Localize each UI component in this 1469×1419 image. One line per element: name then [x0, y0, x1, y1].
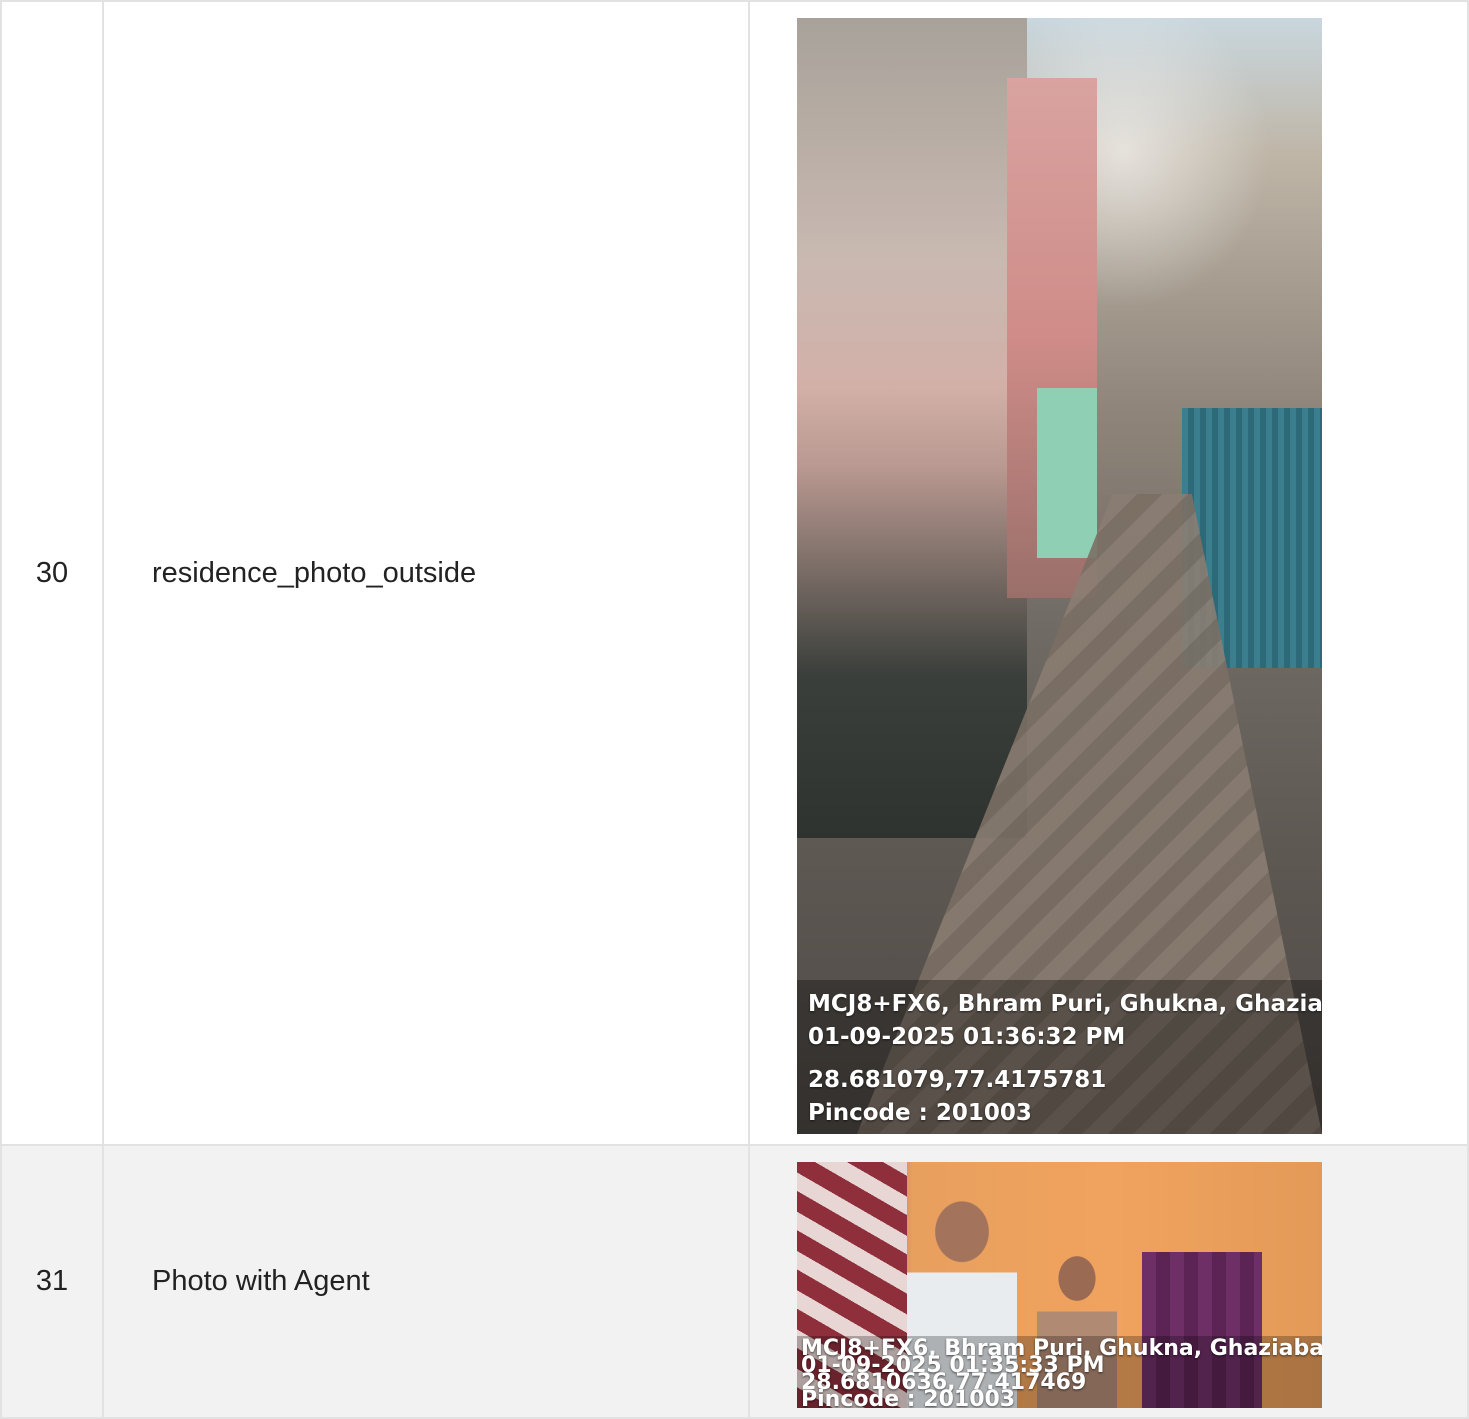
photo-building-mint [1037, 388, 1097, 558]
geotag-pincode: Pincode : 201003 [808, 1100, 1032, 1126]
photo-with-agent[interactable]: MCJ8+FX6, Bhram Puri, Ghukna, Ghaziabad … [797, 1162, 1322, 1408]
verification-table: 30 residence_photo_outside MCJ8+FX6, Bhr… [0, 0, 1469, 1419]
photo-cell: MCJ8+FX6, Bhram Puri, Ghukna, Ghaziabad,… [748, 0, 1469, 1146]
geotag-datetime: 01-09-2025 01:36:32 PM [808, 1024, 1126, 1050]
row-number: 31 [0, 1144, 104, 1419]
photo-geotag-overlay: MCJ8+FX6, Bhram Puri, Ghukna, Ghaziabad … [797, 1336, 1322, 1408]
row-label: residence_photo_outside [102, 0, 750, 1146]
table-row: 30 residence_photo_outside MCJ8+FX6, Bhr… [0, 0, 1469, 1146]
table-row: 31 Photo with Agent MCJ8+FX6, Bhram Puri… [0, 1144, 1469, 1419]
photo-building-left [797, 18, 1027, 838]
geotag-coordinates: 28.681079,77.4175781 [808, 1067, 1107, 1093]
row-label: Photo with Agent [102, 1144, 750, 1419]
residence-outside-photo[interactable]: MCJ8+FX6, Bhram Puri, Ghukna, Ghaziabad,… [797, 18, 1322, 1134]
geotag-address: MCJ8+FX6, Bhram Puri, Ghukna, Ghaziabad,… [808, 991, 1322, 1017]
photo-geotag-overlay: MCJ8+FX6, Bhram Puri, Ghukna, Ghaziabad,… [797, 980, 1322, 1134]
row-number: 30 [0, 0, 104, 1146]
photo-cell: MCJ8+FX6, Bhram Puri, Ghukna, Ghaziabad … [748, 1144, 1469, 1419]
